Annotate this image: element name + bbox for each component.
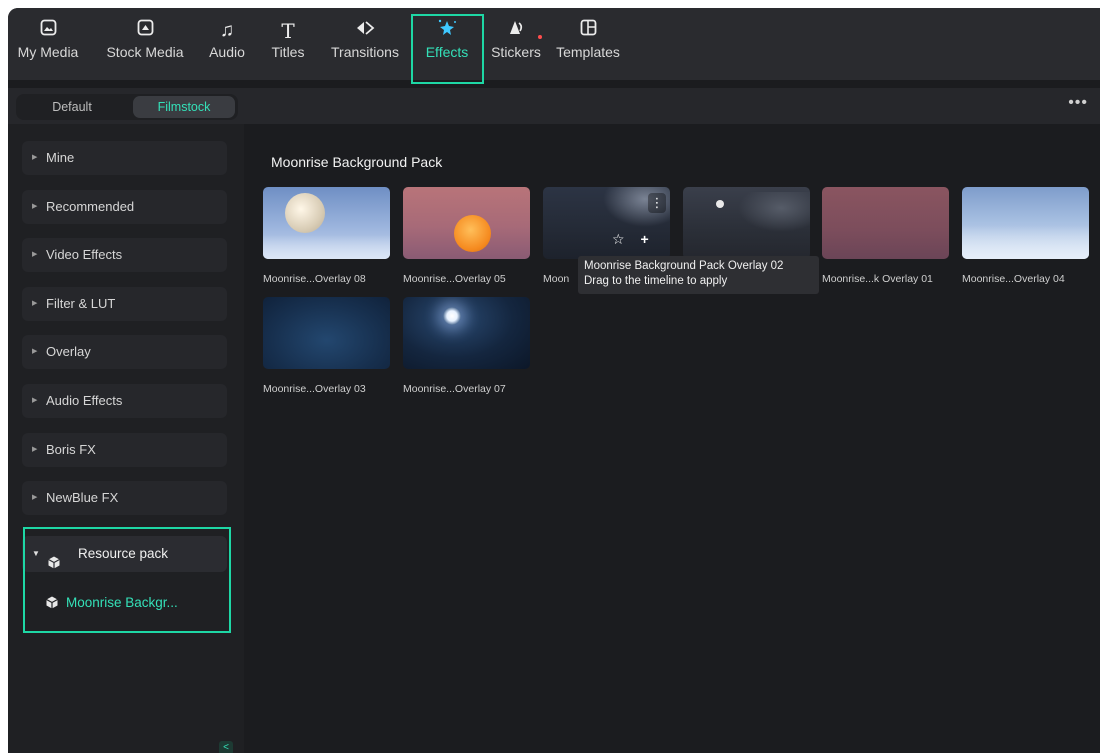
tab-label: Titles [271, 44, 305, 60]
item-options-icon[interactable]: ⋮ [648, 193, 666, 213]
category-sidebar: ▶ Mine ▶ Recommended ▶ Video Effects ▶ Filte… [8, 124, 244, 753]
tab-audio[interactable]: ♫ Audio [204, 18, 250, 76]
expand-arrow-icon: ▶ [32, 203, 38, 210]
effect-thumbnail: ⋮ ☆ + [543, 187, 670, 259]
sidebar-item-filter-lut[interactable]: ▶ Filter & LUT [22, 287, 227, 321]
folder-icon [102, 18, 188, 44]
tab-stickers[interactable]: Stickers [490, 18, 542, 76]
sidebar-item-boris-fx[interactable]: ▶ Boris FX [22, 433, 227, 467]
effect-thumbnail [403, 297, 530, 369]
tab-templates[interactable]: Templates [552, 18, 624, 76]
collapse-sidebar-button[interactable]: < [219, 741, 233, 753]
tab-titles[interactable]: T Titles [266, 18, 310, 76]
effects-browser: Moonrise Background Pack Moonrise...Over… [244, 124, 1100, 753]
templates-icon [552, 18, 624, 44]
music-note-icon: ♫ [219, 20, 235, 41]
sidebar-item-mine[interactable]: ▶ Mine [22, 141, 227, 175]
add-to-timeline-icon[interactable]: + [640, 231, 648, 247]
effect-caption: Moonrise...Overlay 03 [263, 383, 366, 395]
sidebar-item-newblue-fx[interactable]: ▶ NewBlue FX [22, 481, 227, 515]
sidebar-item-video-effects[interactable]: ▶ Video Effects [22, 238, 227, 272]
library-subbar: Default Filmstock ••• [8, 88, 1100, 124]
tab-label: My Media [17, 44, 79, 60]
item-actions: ☆ + [612, 231, 649, 248]
expand-arrow-icon: ▶ [32, 348, 38, 355]
segment-filmstock[interactable]: Filmstock [133, 96, 235, 118]
image-icon [10, 18, 86, 44]
tab-label: Stickers [491, 44, 541, 60]
tab-transitions[interactable]: Transitions [326, 18, 404, 76]
effect-thumbnail [962, 187, 1089, 259]
resource-pack-highlight-frame [23, 527, 231, 633]
expand-arrow-icon: ▶ [32, 251, 38, 258]
section-title: Moonrise Background Pack [271, 154, 443, 170]
expand-arrow-icon: ▶ [32, 397, 38, 404]
effect-thumbnail [683, 187, 810, 259]
sticker-icon [490, 18, 542, 44]
sidebar-item-overlay[interactable]: ▶ Overlay [22, 335, 227, 369]
item-tooltip: Moonrise Background Pack Overlay 02 Drag… [578, 256, 819, 294]
effect-thumbnail [403, 187, 530, 259]
effect-caption: Moonrise...k Overlay 01 [822, 273, 933, 285]
effect-thumbnail [822, 187, 949, 259]
effect-caption: Moonrise...Overlay 07 [403, 383, 506, 395]
expand-arrow-icon: ▶ [32, 446, 38, 453]
text-icon: T [281, 19, 295, 43]
sidebar-item-audio-effects[interactable]: ▶ Audio Effects [22, 384, 227, 418]
transition-icon [326, 18, 404, 44]
effect-thumbnail [263, 297, 390, 369]
effect-caption: Moonrise...Overlay 05 [403, 273, 506, 285]
tab-label: Transitions [331, 44, 399, 60]
favorite-star-icon[interactable]: ☆ [612, 231, 625, 247]
top-toolbar: My Media Stock Media ♫ Audio T Titles Tr… [8, 8, 1100, 84]
effects-highlight-frame [411, 14, 484, 84]
sidebar-item-recommended[interactable]: ▶ Recommended [22, 190, 227, 224]
effect-thumbnail [263, 187, 390, 259]
library-segmented-control: Default Filmstock [16, 94, 238, 120]
tab-label: Audio [209, 44, 245, 60]
expand-arrow-icon: ▶ [32, 300, 38, 307]
notification-dot [538, 35, 542, 39]
tab-my-media[interactable]: My Media [10, 18, 86, 76]
segment-default[interactable]: Default [19, 96, 125, 118]
tab-label: Templates [556, 44, 620, 60]
effect-caption: Moonrise...Overlay 04 [962, 273, 1065, 285]
more-options-icon[interactable]: ••• [1068, 94, 1088, 112]
tab-label: Stock Media [106, 44, 184, 60]
expand-arrow-icon: ▶ [32, 154, 38, 161]
app-window: My Media Stock Media ♫ Audio T Titles Tr… [8, 8, 1100, 753]
expand-arrow-icon: ▶ [32, 494, 38, 501]
effect-caption: Moonrise...Overlay 08 [263, 273, 366, 285]
tab-stock-media[interactable]: Stock Media [102, 18, 188, 76]
tooltip-hint: Drag to the timeline to apply [584, 275, 728, 287]
tooltip-title: Moonrise Background Pack Overlay 02 [584, 260, 784, 272]
